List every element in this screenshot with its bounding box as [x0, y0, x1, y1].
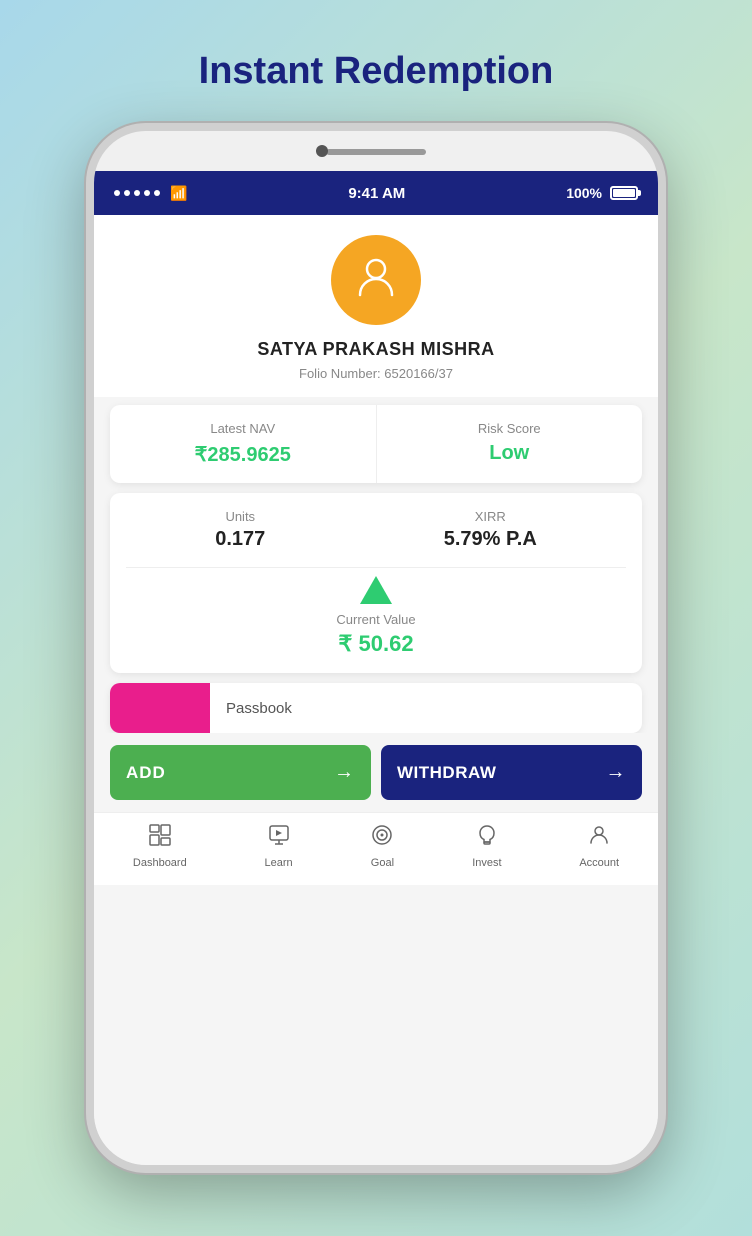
passbook-tab: [110, 683, 210, 733]
battery-fill: [613, 189, 635, 197]
risk-stat: Risk Score Low: [377, 405, 643, 483]
signal-area: 📶: [114, 185, 187, 202]
current-value-label: Current Value: [336, 612, 415, 627]
stats-card: Latest NAV ₹285.9625 Risk Score Low: [110, 405, 642, 483]
units-value: 0.177: [215, 528, 265, 551]
add-button[interactable]: ADD →: [110, 745, 371, 800]
user-name: SATYA PRAKASH MISHRA: [257, 339, 494, 360]
current-value-amount: ₹ 50.62: [338, 631, 413, 657]
dashboard-icon: [148, 823, 172, 853]
user-icon: [354, 253, 398, 307]
account-icon: [587, 823, 611, 853]
battery-icon: [610, 186, 638, 200]
signal-dot-4: [144, 190, 150, 196]
nav-dashboard[interactable]: Dashboard: [133, 823, 187, 869]
side-button-left: [86, 331, 90, 381]
xirr-value: 5.79% P.A: [444, 528, 537, 551]
xirr-label: XIRR: [444, 509, 537, 524]
signal-dot-1: [114, 190, 120, 196]
folio-number: Folio Number: 6520166/37: [299, 366, 453, 381]
passbook-label: Passbook: [210, 683, 308, 733]
withdraw-label: WITHDRAW: [397, 763, 496, 783]
add-label: ADD: [126, 763, 166, 783]
screen-content: SATYA PRAKASH MISHRA Folio Number: 65201…: [94, 215, 658, 1165]
withdraw-button[interactable]: WITHDRAW →: [381, 745, 642, 800]
signal-dot-5: [154, 190, 160, 196]
risk-label: Risk Score: [389, 421, 631, 436]
status-time: 9:41 AM: [348, 185, 405, 202]
side-button-right: [662, 361, 666, 441]
add-arrow-icon: →: [334, 761, 355, 784]
signal-dot-2: [124, 190, 130, 196]
inv-row: Units 0.177 XIRR 5.79% P.A: [126, 509, 626, 551]
action-buttons: ADD → WITHDRAW →: [94, 733, 658, 812]
nav-dashboard-label: Dashboard: [133, 857, 187, 869]
phone-frame: 📶 9:41 AM 100% SATYA PRAKASH MISHRA: [86, 123, 666, 1173]
nav-account-label: Account: [579, 857, 619, 869]
units-item: Units 0.177: [215, 509, 265, 551]
page-title: Instant Redemption: [199, 50, 554, 93]
wifi-icon: 📶: [170, 185, 187, 202]
nav-stat: Latest NAV ₹285.9625: [110, 405, 377, 483]
nav-learn[interactable]: Learn: [265, 823, 293, 869]
profile-section: SATYA PRAKASH MISHRA Folio Number: 65201…: [94, 215, 658, 397]
status-bar: 📶 9:41 AM 100%: [94, 171, 658, 215]
camera-dot: [316, 145, 328, 157]
risk-value: Low: [389, 442, 631, 465]
battery-percent: 100%: [566, 185, 602, 201]
nav-goal-label: Goal: [371, 857, 394, 869]
withdraw-arrow-icon: →: [606, 761, 627, 784]
passbook-section[interactable]: Passbook: [110, 683, 642, 733]
nav-invest[interactable]: Invest: [472, 823, 501, 869]
goal-icon: [370, 823, 394, 853]
nav-label: Latest NAV: [122, 421, 364, 436]
nav-account[interactable]: Account: [579, 823, 619, 869]
learn-icon: [267, 823, 291, 853]
signal-dot-3: [134, 190, 140, 196]
investment-card: Units 0.177 XIRR 5.79% P.A Current Value…: [110, 493, 642, 673]
nav-invest-label: Invest: [472, 857, 501, 869]
nav-learn-label: Learn: [265, 857, 293, 869]
current-value-section: Current Value ₹ 50.62: [126, 567, 626, 657]
bottom-nav: Dashboard Learn: [94, 812, 658, 885]
battery-area: 100%: [566, 185, 638, 201]
nav-value: ₹285.9625: [122, 442, 364, 467]
invest-icon: [475, 823, 499, 853]
xirr-item: XIRR 5.79% P.A: [444, 509, 537, 551]
avatar: [331, 235, 421, 325]
units-label: Units: [215, 509, 265, 524]
triangle-up-icon: [360, 576, 392, 604]
nav-goal[interactable]: Goal: [370, 823, 394, 869]
